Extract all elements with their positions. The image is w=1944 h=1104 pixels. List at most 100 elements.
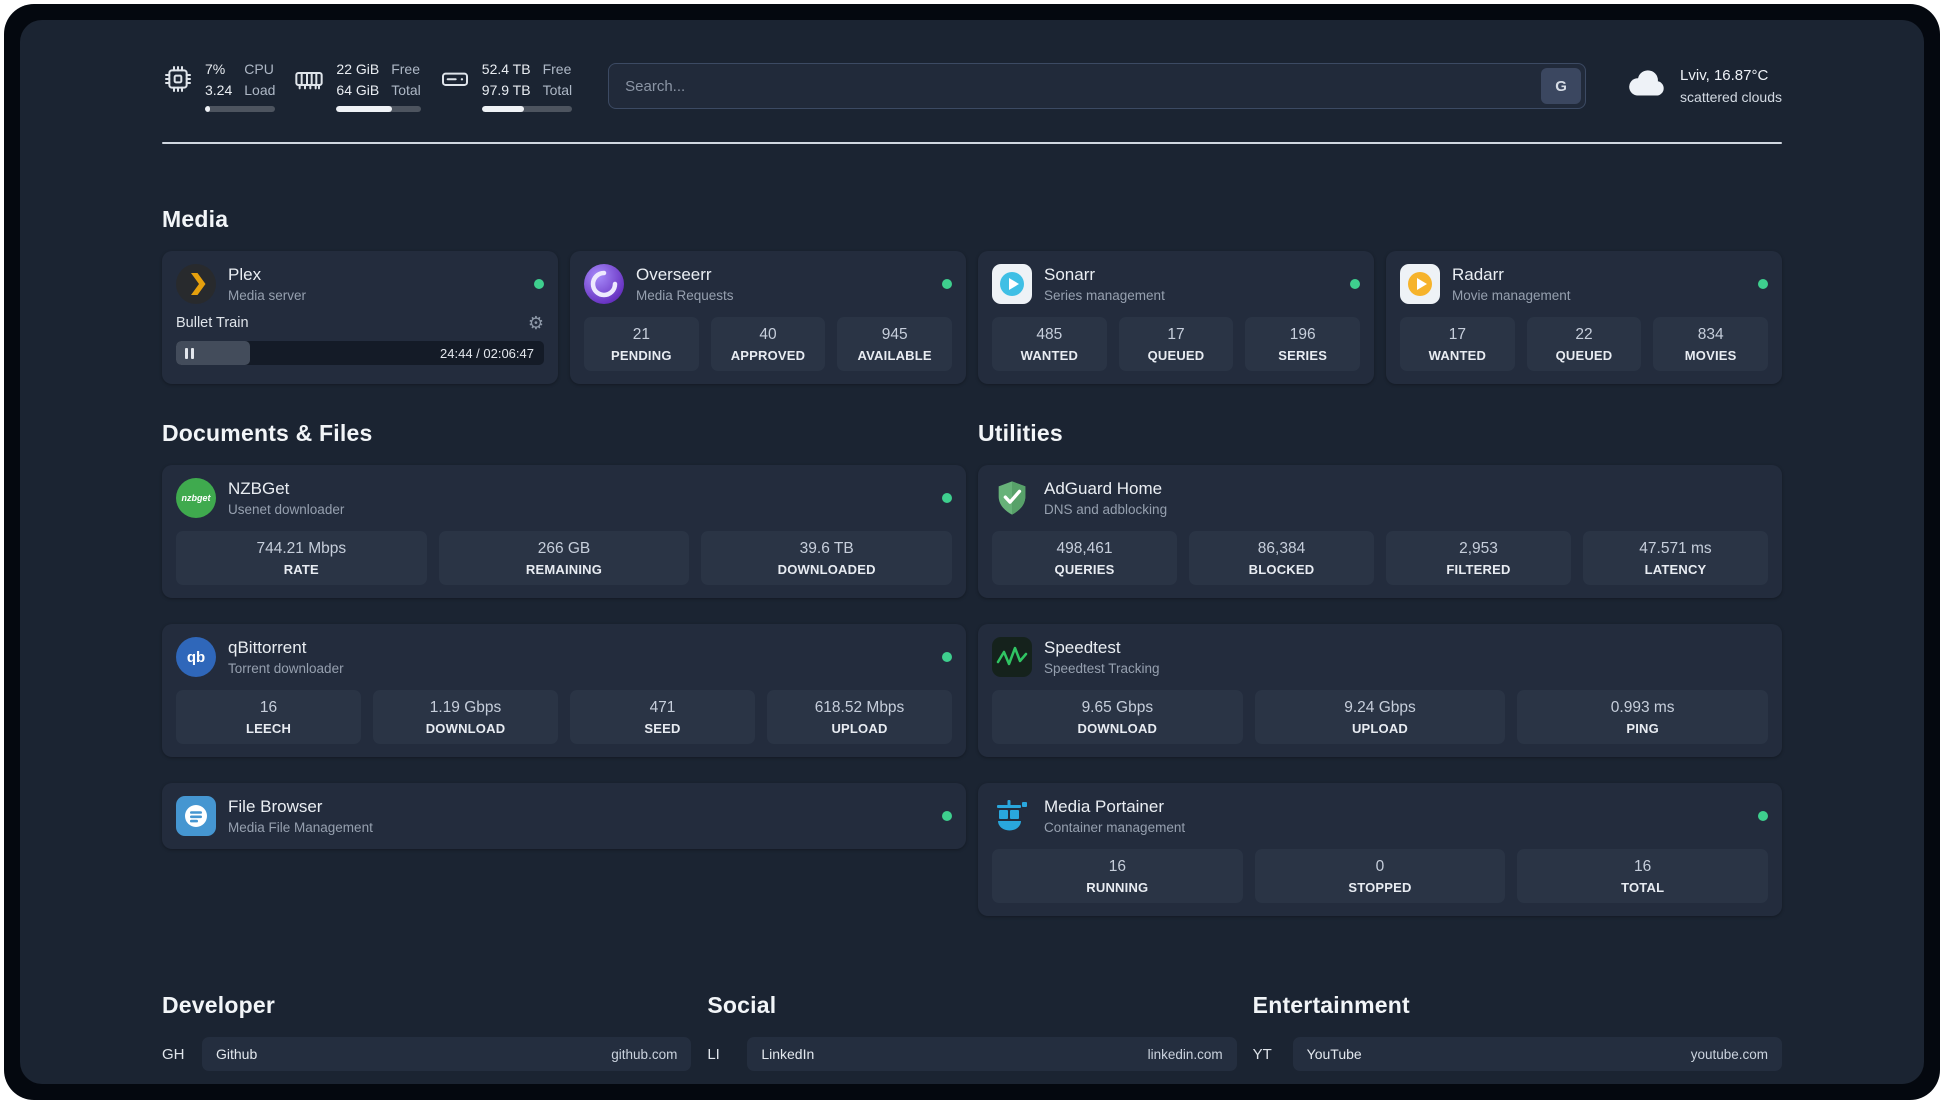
cpu-usage-label: CPU: [244, 61, 274, 77]
service-subtitle: Media server: [228, 288, 307, 304]
service-card-portainer[interactable]: Media Portainer Container management 16 …: [978, 783, 1782, 917]
stat-tile: 618.52 Mbps UPLOAD: [767, 690, 952, 745]
developer-section-title: Developer: [162, 992, 276, 1019]
stat-tile: 9.65 Gbps DOWNLOAD: [992, 690, 1243, 745]
cpu-monitor: 7% 3.24 CPU Load: [162, 60, 276, 113]
service-name: NZBGet: [228, 479, 290, 499]
memory-total-value: 64 GiB: [336, 82, 380, 99]
dashboard: 7% 3.24 CPU Load 22 GiB 64 GiB Free Tota…: [20, 20, 1924, 1084]
service-card-adguard[interactable]: AdGuard Home DNS and adblocking 498,461 …: [978, 465, 1782, 599]
disk-progress-bar: [481, 106, 573, 113]
search-bar: G: [608, 63, 1587, 110]
utilities-section-title: Utilities: [978, 420, 1063, 447]
service-card-radarr[interactable]: Radarr Movie management 17 WANTED 22 QUE…: [1386, 251, 1782, 385]
gear-icon[interactable]: ⚙: [528, 314, 544, 332]
service-name: AdGuard Home: [1044, 479, 1163, 499]
cpu-usage-value: 7%: [205, 61, 226, 77]
section-social: Social LI LinkedIn linkedin.com TW: [707, 992, 1237, 1084]
stat-tile: 834 MOVIES: [1653, 317, 1768, 372]
stat-tile: 16 LEECH: [176, 690, 361, 745]
qbittorrent-icon: qb: [176, 637, 216, 678]
bookmark-domain: github.com: [611, 1046, 678, 1062]
adguard-icon: [992, 478, 1032, 518]
speedtest-icon: [992, 637, 1032, 678]
playback-progress-bar[interactable]: 24:44 / 02:06:47: [176, 341, 544, 366]
service-subtitle: Series management: [1044, 288, 1165, 304]
stat-tile: 9.24 Gbps UPLOAD: [1254, 690, 1506, 745]
bookmark-pill: YouTube youtube.com: [1292, 1037, 1782, 1072]
service-subtitle: Movie management: [1452, 288, 1571, 304]
status-dot: [942, 652, 952, 663]
sonarr-icon: [992, 264, 1032, 305]
stat-tile: 266 GB REMAINING: [438, 531, 690, 586]
stat-tile: 86,384 BLOCKED: [1189, 531, 1374, 586]
status-dot: [942, 811, 952, 822]
stat-tile: 0 STOPPED: [1254, 849, 1506, 904]
bookmark-youtube[interactable]: YT YouTube youtube.com: [1252, 1037, 1782, 1072]
service-card-qbittorrent[interactable]: qb qBittorrent Torrent downloader 16 LEE…: [162, 624, 966, 758]
stat-tile: 196 SERIES: [1245, 317, 1360, 372]
service-subtitle: Speedtest Tracking: [1044, 661, 1160, 677]
stat-tile: 17 WANTED: [1400, 317, 1515, 372]
stat-tile: 2,953 FILTERED: [1386, 531, 1571, 586]
memory-total-label: Total: [391, 82, 421, 99]
stat-tile: 21 PENDING: [584, 317, 699, 372]
radarr-icon: [1400, 264, 1440, 305]
stat-tile: 471 SEED: [570, 690, 755, 745]
service-name: Sonarr: [1044, 265, 1096, 285]
bookmark-pill: Github github.com: [202, 1037, 692, 1072]
status-dot: [942, 279, 952, 290]
nzbget-icon: nzbget: [176, 478, 216, 519]
resource-monitors: 7% 3.24 CPU Load 22 GiB 64 GiB Free Tota…: [162, 60, 573, 113]
service-subtitle: Torrent downloader: [228, 661, 344, 677]
bookmark-github[interactable]: GH Github github.com: [162, 1037, 692, 1072]
pause-icon[interactable]: [185, 347, 194, 359]
disk-monitor: 52.4 TB 97.9 TB Free Total: [439, 60, 573, 113]
weather-location: Lviv, 16.87°C: [1680, 67, 1769, 85]
stat-tile: 498,461 QUERIES: [992, 531, 1177, 586]
section-media: Media Plex Media server Bullet Train ⚙ 2…: [162, 206, 1782, 385]
service-subtitle: Media Requests: [636, 288, 734, 304]
entertainment-section-title: Entertainment: [1252, 992, 1410, 1019]
filebrowser-icon: [176, 796, 216, 837]
stat-tile: 47.571 ms LATENCY: [1583, 531, 1768, 586]
bookmark-domain: youtube.com: [1690, 1046, 1768, 1062]
portainer-icon: [992, 796, 1032, 836]
cpu-load-label: Load: [244, 82, 276, 99]
service-name: Speedtest: [1044, 638, 1121, 658]
search-engine-button[interactable]: G: [1541, 68, 1582, 105]
section-files: Documents & Files nzbget NZBGet Usenet d…: [162, 420, 966, 850]
stat-tile: 744.21 Mbps RATE: [176, 531, 427, 586]
status-dot: [942, 493, 952, 504]
service-card-sonarr[interactable]: Sonarr Series management 485 WANTED 17 Q…: [978, 251, 1374, 385]
status-dot: [534, 279, 544, 290]
bookmark-abbr: YT: [1252, 1045, 1272, 1063]
plex-icon: [176, 264, 216, 305]
weather-widget[interactable]: Lviv, 16.87°C scattered clouds: [1622, 65, 1782, 107]
service-name: qBittorrent: [228, 638, 307, 658]
service-card-overseerr[interactable]: Overseerr Media Requests 21 PENDING 40 A…: [570, 251, 966, 385]
window-frame: 7% 3.24 CPU Load 22 GiB 64 GiB Free Tota…: [4, 4, 1940, 1100]
service-name: Overseerr: [636, 265, 712, 285]
bookmark-name: LinkedIn: [761, 1046, 815, 1063]
memory-progress-bar: [336, 106, 421, 113]
status-dot: [1350, 279, 1360, 290]
status-dot: [1758, 811, 1768, 822]
stat-tile: 39.6 TB DOWNLOADED: [701, 531, 952, 586]
bookmark-domain: linkedin.com: [1147, 1046, 1223, 1062]
stat-tile: 1.19 Gbps DOWNLOAD: [373, 690, 558, 745]
memory-free-value: 22 GiB: [336, 61, 380, 77]
disk-total-label: Total: [542, 82, 573, 99]
service-card-speedtest[interactable]: Speedtest Speedtest Tracking 9.65 Gbps D…: [978, 624, 1782, 758]
stat-tile: 945 AVAILABLE: [837, 317, 952, 372]
service-card-plex[interactable]: Plex Media server Bullet Train ⚙ 24:44 /…: [162, 251, 558, 385]
media-section-title: Media: [162, 206, 229, 233]
service-subtitle: Media File Management: [228, 820, 373, 836]
search-input[interactable]: [608, 63, 1587, 110]
disk-icon: [439, 60, 471, 95]
service-card-nzbget[interactable]: nzbget NZBGet Usenet downloader 744.21 M…: [162, 465, 966, 599]
service-card-filebrowser[interactable]: File Browser Media File Management: [162, 783, 966, 850]
service-subtitle: Container management: [1044, 820, 1186, 836]
bookmark-linkedin[interactable]: LI LinkedIn linkedin.com: [707, 1037, 1237, 1072]
service-name: File Browser: [228, 797, 323, 817]
